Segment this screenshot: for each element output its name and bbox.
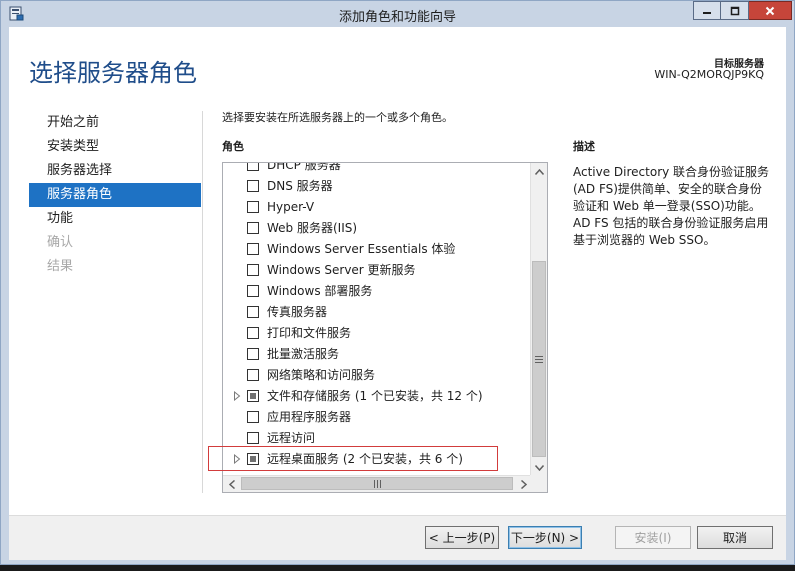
role-label: Windows 部署服务 (267, 284, 373, 298)
roles-list: DHCP 服务器 DNS 服务器 Hyper-V Web 服务器(IIS) Wi… (223, 163, 532, 476)
nav-item-before-you-begin[interactable]: 开始之前 (29, 111, 201, 135)
close-icon (765, 6, 775, 15)
nav-divider (202, 111, 203, 493)
minimize-icon (703, 11, 711, 14)
annotation-highlight-box (208, 446, 498, 471)
chevron-up-icon (534, 168, 544, 175)
grip-icon (373, 479, 381, 488)
next-button[interactable]: 下一步(N) > (508, 526, 582, 549)
role-row-dhcp[interactable]: DHCP 服务器 (223, 163, 532, 175)
vertical-scrollbar[interactable] (530, 163, 547, 476)
roles-listbox[interactable]: DHCP 服务器 DNS 服务器 Hyper-V Web 服务器(IIS) Wi… (222, 162, 548, 493)
role-label: Web 服务器(IIS) (267, 221, 358, 235)
role-label: 打印和文件服务 (267, 326, 352, 340)
expand-arrow-icon[interactable] (229, 385, 245, 406)
role-row-file-storage[interactable]: 文件和存储服务 (1 个已安装，共 12 个) (223, 385, 532, 406)
wizard-window: 添加角色和功能向导 选择服务器角色 目标服务器 WIN-Q2MORQJP9KQ … (0, 0, 795, 565)
role-row-app-server[interactable]: 应用程序服务器 (223, 406, 532, 427)
role-checkbox[interactable] (247, 163, 259, 171)
nav-item-server-roles[interactable]: 服务器角色 (29, 183, 201, 207)
target-server-value: WIN-Q2MORQJP9KQ (654, 68, 764, 81)
horizontal-scrollbar[interactable] (223, 475, 532, 492)
role-label: 文件和存储服务 (1 个已安装，共 12 个) (267, 389, 483, 403)
previous-button[interactable]: < 上一步(P) (425, 526, 499, 549)
role-label: 网络策略和访问服务 (267, 368, 376, 382)
role-row-volume-activation[interactable]: 批量激活服务 (223, 343, 532, 364)
scroll-left-button[interactable] (223, 476, 240, 492)
role-row-npas[interactable]: 网络策略和访问服务 (223, 364, 532, 385)
description-text: Active Directory 联合身份验证服务(AD FS)提供简单、安全的… (573, 165, 770, 247)
role-row-wsus[interactable]: Windows Server 更新服务 (223, 259, 532, 280)
role-checkbox[interactable] (247, 389, 259, 402)
wizard-nav: 开始之前 安装类型 服务器选择 服务器角色 功能 确认 结果 (29, 111, 201, 279)
wizard-footer: < 上一步(P) 下一步(N) > 安装(I) 取消 (9, 515, 786, 560)
window-title: 添加角色和功能向导 (338, 10, 456, 25)
role-checkbox[interactable] (247, 305, 259, 318)
role-row-wds[interactable]: Windows 部署服务 (223, 280, 532, 301)
horizontal-scroll-thumb[interactable] (241, 477, 513, 490)
minimize-button[interactable] (693, 1, 721, 20)
role-checkbox[interactable] (247, 221, 259, 234)
scroll-down-button[interactable] (531, 459, 547, 476)
role-checkbox[interactable] (247, 200, 259, 213)
role-label: Hyper-V (267, 199, 315, 214)
role-row-fax[interactable]: 传真服务器 (223, 301, 532, 322)
role-checkbox[interactable] (247, 368, 259, 381)
description-header: 描述 (573, 140, 595, 153)
page-title: 选择服务器角色 (29, 59, 197, 87)
chevron-left-icon (228, 479, 235, 489)
role-row-print-file[interactable]: 打印和文件服务 (223, 322, 532, 343)
chevron-down-icon (534, 464, 544, 471)
roles-header: 角色 (222, 140, 244, 153)
role-checkbox[interactable] (247, 410, 259, 423)
nav-item-confirmation: 确认 (47, 235, 74, 250)
title-bar[interactable]: 添加角色和功能向导 (1, 1, 794, 27)
role-label: 批量激活服务 (267, 347, 340, 361)
role-label: Windows Server Essentials 体验 (267, 242, 456, 256)
grip-icon (535, 355, 543, 363)
role-checkbox[interactable] (247, 263, 259, 276)
role-checkbox[interactable] (247, 242, 259, 255)
role-checkbox[interactable] (247, 431, 259, 444)
chevron-right-icon (520, 479, 527, 489)
nav-item-server-selection[interactable]: 服务器选择 (29, 159, 201, 183)
role-checkbox[interactable] (247, 284, 259, 297)
scrollbar-corner (530, 475, 547, 492)
role-label: 传真服务器 (267, 305, 328, 319)
role-label: DNS 服务器 (267, 179, 333, 193)
nav-item-features[interactable]: 功能 (29, 207, 201, 231)
maximize-button[interactable] (721, 1, 749, 20)
role-label: 远程访问 (267, 431, 316, 445)
role-checkbox[interactable] (247, 326, 259, 339)
scroll-up-button[interactable] (531, 163, 547, 180)
role-row-essentials[interactable]: Windows Server Essentials 体验 (223, 238, 532, 259)
nav-item-results: 结果 (47, 259, 74, 274)
role-checkbox[interactable] (247, 347, 259, 360)
role-row-iis[interactable]: Web 服务器(IIS) (223, 217, 532, 238)
cancel-button[interactable]: 取消 (697, 526, 773, 549)
instruction-text: 选择要安装在所选服务器上的一个或多个角色。 (222, 111, 453, 124)
role-label: DHCP 服务器 (267, 163, 341, 172)
close-button[interactable] (749, 1, 792, 20)
role-row-hyper-v[interactable]: Hyper-V (223, 196, 532, 217)
role-row-dns[interactable]: DNS 服务器 (223, 175, 532, 196)
vertical-scroll-thumb[interactable] (532, 261, 546, 457)
role-label: 应用程序服务器 (267, 410, 352, 424)
maximize-icon (730, 6, 739, 15)
wizard-content: 选择服务器角色 目标服务器 WIN-Q2MORQJP9KQ 开始之前 安装类型 … (9, 27, 786, 560)
nav-item-installation-type[interactable]: 安装类型 (29, 135, 201, 159)
role-label: Windows Server 更新服务 (267, 263, 416, 277)
role-row-remote-access[interactable]: 远程访问 (223, 427, 532, 448)
role-checkbox[interactable] (247, 179, 259, 192)
install-button: 安装(I) (615, 526, 691, 549)
